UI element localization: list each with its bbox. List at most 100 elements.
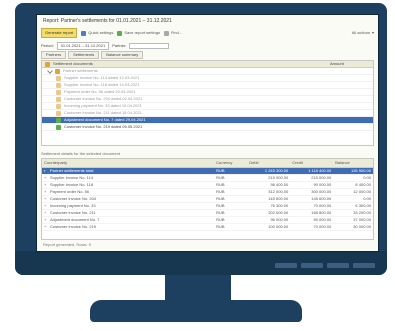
monitor-bezel-bottom [15, 251, 387, 275]
list-item-label: Supplier invoice No. 118 dated 14.03.202… [64, 82, 140, 87]
expand-icon[interactable]: + [44, 210, 48, 215]
list-item[interactable]: Customer invoice No. 204 dated 02.04.202… [42, 96, 373, 103]
expand-icon[interactable]: + [44, 217, 48, 222]
cell-credit: 70 000.00 [290, 223, 334, 231]
cell-balance: 37 000.00 [333, 216, 373, 224]
cell-credit: 59 000.00 [290, 216, 334, 224]
find-button[interactable]: Find... [163, 30, 183, 36]
list-item[interactable]: Customer invoice No. 219 dated 05.05.202… [42, 124, 373, 131]
cell-text: Partner settlements total [50, 167, 94, 173]
tab-balance-summary[interactable]: Balance summary [101, 51, 144, 59]
all-actions-label: All actions [351, 30, 370, 35]
cell-text: Adjustment document No. 7 [50, 216, 100, 222]
credit-column-header[interactable]: Credit [290, 159, 334, 168]
cell-debit: 76 300.00 [247, 202, 291, 210]
list-item[interactable]: Partner settlements [42, 68, 373, 75]
expand-icon[interactable]: + [44, 196, 48, 201]
currency-column-header[interactable]: Currency [214, 159, 248, 168]
document-icon [56, 82, 61, 88]
cell-currency: RUB [214, 174, 248, 182]
cell-debit: 96 000.00 [247, 216, 291, 224]
status-bar: Report generated. Rows: 9 [43, 242, 91, 247]
counterparty-column-header[interactable]: Counterparty [42, 159, 215, 168]
expand-icon[interactable]: + [44, 189, 48, 194]
list-item-label: Payment order No. 56 dated 20.03.2021 [64, 89, 136, 94]
amount-column-header[interactable]: Amount [330, 62, 370, 66]
cell-counterparty: + Customer invoice No. 204 [42, 195, 215, 203]
cell-counterparty: ▪ Partner settlements total [42, 167, 215, 175]
cell-balance: 6 300.00 [333, 202, 373, 210]
quick-settings-button[interactable]: Quick settings [81, 30, 113, 36]
expand-icon[interactable]: + [44, 203, 48, 208]
list-item[interactable]: Customer invoice No. 211 dated 15.04.202… [42, 110, 373, 117]
table-row-selected[interactable]: ▪ Partner settlements total RUB 1 245 300… [42, 167, 373, 175]
details-table: Counterparty Currency Debit Credit Balan… [42, 159, 373, 231]
details-title: Settlement details for the selected docu… [41, 150, 120, 156]
find-label: Find... [170, 30, 183, 35]
chevron-down-icon: ▾ [371, 30, 374, 35]
monitor-button [327, 263, 349, 268]
table-row[interactable]: + Supplier invoice No. 118 RUB 98 400.00 … [42, 181, 373, 189]
cell-currency: RUB [214, 223, 248, 231]
cell-text: Incoming payment No. 33 [50, 202, 96, 208]
cell-credit: 1 118 400.00 [290, 167, 334, 175]
save-settings-button[interactable]: Save report settings [117, 30, 160, 36]
expand-icon [47, 68, 53, 74]
tab-settlements[interactable]: Settlements [68, 51, 100, 59]
cell-text: Customer invoice No. 219 [50, 223, 97, 229]
table-row[interactable]: + Customer invoice No. 204 RUB 145 600.00… [42, 195, 373, 203]
list-item-label: Customer invoice No. 204 dated 02.04.202… [64, 96, 143, 101]
list-item[interactable]: Incoming payment No. 33 dated 10.04.2021 [42, 103, 373, 110]
toolbar: Generate report Quick settings Save repo… [41, 28, 374, 38]
window-title: Report: Partner's settlements for 01.01.… [43, 18, 172, 24]
document-icon [56, 117, 61, 123]
generate-button[interactable]: Generate report [41, 28, 78, 38]
list-item[interactable]: Supplier invoice No. 114 dated 12.03.202… [42, 75, 373, 82]
tab-partners[interactable]: Partners [41, 51, 67, 59]
monitor-button [275, 263, 297, 268]
document-icon [56, 89, 61, 95]
document-icon [56, 110, 61, 116]
period-field[interactable]: 01.01.2021 – 31.12.2021 [56, 41, 110, 50]
cell-currency: RUB [214, 216, 248, 224]
cell-credit: 145 600.00 [290, 195, 334, 203]
documents-column-header[interactable]: Settlement documents [53, 62, 93, 66]
cell-credit: 90 000.00 [290, 181, 334, 189]
table-row[interactable]: + Customer invoice No. 219 RUB 100 000.00… [42, 223, 373, 231]
filter-bar: Period: 01.01.2021 – 31.12.2021 Partner: [41, 41, 374, 50]
monitor-buttons [275, 263, 375, 268]
list-item-selected[interactable]: Adjustment document No. 7 dated 29.04.20… [42, 117, 373, 124]
expand-icon[interactable]: + [44, 182, 48, 187]
table-row[interactable]: + Customer invoice No. 211 RUB 202 000.00… [42, 209, 373, 217]
cell-debit: 202 000.00 [247, 209, 291, 217]
balance-column-header[interactable]: Balance [333, 159, 373, 168]
tab-bar: Partners Settlements Balance summary [41, 51, 144, 59]
cell-text: Supplier invoice No. 114 [50, 174, 94, 180]
expand-icon[interactable]: + [44, 175, 48, 180]
table-row[interactable]: + Supplier invoice No. 114 RUB 215 000.00… [42, 174, 373, 182]
save-icon [117, 30, 123, 36]
list-item-label: Supplier invoice No. 114 dated 12.03.202… [64, 75, 140, 80]
partner-field[interactable] [129, 42, 170, 49]
cell-debit: 312 000.00 [247, 188, 291, 196]
debit-column-header[interactable]: Debit [247, 159, 291, 168]
documents-header: Settlement documents Amount [42, 61, 373, 68]
document-icon [56, 96, 61, 102]
folder-icon [55, 68, 60, 74]
monitor-button [301, 263, 323, 268]
cell-credit: 215 000.00 [290, 174, 334, 182]
all-actions-button[interactable]: All actions ▾ [352, 31, 374, 35]
partner-label: Partner: [112, 42, 127, 48]
cell-debit: 145 600.00 [247, 195, 291, 203]
monitor-button [353, 263, 375, 268]
list-item[interactable]: Supplier invoice No. 118 dated 14.03.202… [42, 82, 373, 89]
expand-icon[interactable]: + [44, 224, 48, 229]
cell-balance: 12 000.00 [333, 188, 373, 196]
cell-currency: RUB [214, 181, 248, 189]
table-row[interactable]: + Payment order No. 56 RUB 312 000.00 300… [42, 188, 373, 196]
list-item[interactable]: Payment order No. 56 dated 20.03.2021 [42, 89, 373, 96]
cell-counterparty: + Supplier invoice No. 114 [42, 174, 215, 182]
cell-debit: 100 000.00 [247, 223, 291, 231]
table-row[interactable]: + Incoming payment No. 33 RUB 76 300.00 7… [42, 202, 373, 210]
table-row[interactable]: + Adjustment document No. 7 RUB 96 000.00… [42, 216, 373, 224]
